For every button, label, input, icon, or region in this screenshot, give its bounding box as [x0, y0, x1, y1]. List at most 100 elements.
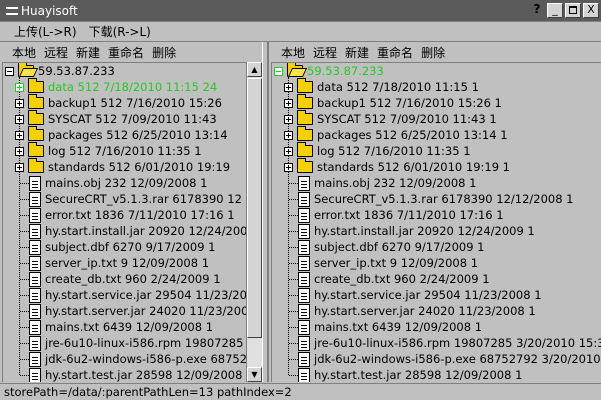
- expand-icon[interactable]: [284, 162, 293, 172]
- tree-file-row[interactable]: hy.start.service.jar 29504 11/23/2008 1: [294, 287, 542, 303]
- right-new-button[interactable]: 新建: [345, 44, 369, 61]
- folder-icon: [297, 94, 313, 109]
- tree-file-row[interactable]: subject.dbf 6270 9/17/2009 1: [294, 239, 485, 255]
- scroll-down-button[interactable]: ▼: [247, 367, 262, 382]
- file-icon: [29, 303, 41, 319]
- left-toolbar: 本地 远程 新建 重命名 删除: [0, 42, 262, 62]
- expand-icon[interactable]: [15, 82, 24, 92]
- right-remote-button[interactable]: 远程: [313, 44, 337, 61]
- file-label: jdk-6u2-windows-i586-p.exe 68752792 3/20…: [314, 352, 601, 366]
- expand-icon[interactable]: [15, 162, 24, 172]
- tree-file-row[interactable]: hy.start.install.jar 20920 12/24/2009 1: [294, 223, 535, 239]
- tree-file-row[interactable]: server_ip.txt 9 12/09/2008 1: [294, 255, 478, 271]
- help-button[interactable]: ?: [529, 3, 545, 18]
- tree-folder-row[interactable]: standards 512 6/01/2010 19:19 1: [284, 158, 510, 175]
- right-delete-button[interactable]: 删除: [421, 44, 445, 61]
- expand-icon[interactable]: [284, 146, 293, 156]
- tree-file-row[interactable]: hy.start.server.jar 24020 11/23/2008 1: [294, 303, 536, 319]
- tree-file-row[interactable]: create_db.txt 960 2/24/2009 1: [294, 271, 490, 287]
- expand-icon[interactable]: [284, 98, 293, 108]
- expand-icon[interactable]: [15, 98, 24, 108]
- right-rename-button[interactable]: 重命名: [377, 44, 413, 61]
- local-panel: 本地 远程 新建 重命名 删除 59.53.87.233 data 512 7/1…: [0, 42, 262, 382]
- maximize-icon: [569, 6, 577, 14]
- folder-icon: [297, 142, 313, 157]
- file-icon: [29, 335, 41, 351]
- left-remote-button[interactable]: 远程: [44, 44, 68, 61]
- tree-folder-row[interactable]: backup1 512 7/16/2010 15:26 1: [284, 94, 502, 111]
- expand-icon[interactable]: [284, 130, 293, 140]
- expand-icon[interactable]: [15, 146, 24, 156]
- tree-file-row[interactable]: subject.dbf 6270 9/17/2009 1: [25, 239, 216, 255]
- tree-folder-row[interactable]: log 512 7/16/2010 11:35 1: [15, 142, 202, 159]
- folder-icon: [297, 126, 313, 141]
- tree-file-row[interactable]: mains.txt 6439 12/09/2008 1: [294, 319, 482, 335]
- folder-label: backup1 512 7/16/2010 15:26 1: [317, 96, 502, 110]
- tree-root[interactable]: 59.53.87.233: [5, 63, 115, 79]
- tree-root[interactable]: 59.53.87.233: [274, 63, 384, 79]
- tree-file-row[interactable]: hy.start.install.jar 20920 12/24/200: [25, 223, 246, 239]
- menu-download[interactable]: 下载(R->L): [89, 23, 151, 40]
- file-label: hy.start.install.jar 20920 12/24/200: [45, 224, 246, 238]
- tree-branch: [289, 295, 298, 296]
- tree-file-row[interactable]: hy.start.test.jar 28598 12/09/2008 1: [294, 367, 522, 382]
- close-button[interactable]: X: [583, 3, 599, 18]
- tree-file-row[interactable]: hy.start.server.jar 24020 11/23/200: [25, 303, 246, 319]
- left-file-tree[interactable]: 59.53.87.233 data 512 7/18/2010 11:15 24 b…: [2, 62, 246, 382]
- tree-folder-row[interactable]: data 512 7/18/2010 11:15 1: [284, 78, 479, 95]
- maximize-button[interactable]: [565, 3, 581, 18]
- arrow-up-icon: ▲: [251, 65, 258, 74]
- tree-file-row[interactable]: mains.obj 232 12/09/2008 1: [25, 175, 207, 191]
- scroll-thumb[interactable]: [247, 78, 262, 338]
- tree-file-row[interactable]: jre-6u10-linux-i586.rpm 19807285: [25, 335, 243, 351]
- file-icon: [29, 239, 41, 255]
- tree-file-row[interactable]: create_db.txt 960 2/24/2009 1: [25, 271, 221, 287]
- minimize-button[interactable]: _: [547, 3, 563, 18]
- expand-icon[interactable]: [15, 114, 24, 124]
- folder-icon: [297, 110, 313, 125]
- tree-file-row[interactable]: jdk-6u2-windows-i586-p.exe 68752: [25, 351, 246, 367]
- folder-label: standards 512 6/01/2010 19:19 1: [317, 160, 510, 174]
- left-delete-button[interactable]: 删除: [152, 44, 176, 61]
- tree-file-row[interactable]: error.txt 1836 7/11/2010 17:16 1: [294, 207, 504, 223]
- tree-folder-row[interactable]: backup1 512 7/16/2010 15:26: [15, 94, 222, 111]
- menu-upload[interactable]: 上传(L->R): [14, 23, 77, 40]
- file-icon: [29, 207, 41, 223]
- file-label: server_ip.txt 9 12/09/2008 1: [314, 256, 479, 270]
- expand-icon[interactable]: [15, 130, 24, 140]
- expand-icon[interactable]: [284, 114, 293, 124]
- right-local-button[interactable]: 本地: [281, 44, 305, 61]
- tree-file-row[interactable]: jdk-6u2-windows-i586-p.exe 68752792 3/20…: [294, 351, 601, 367]
- tree-file-row[interactable]: server_ip.txt 9 12/09/2008 1: [25, 255, 209, 271]
- folder-open-icon: [287, 63, 303, 77]
- folder-icon: [28, 78, 44, 93]
- file-label: hy.start.test.jar 28598 12/09/2008 1: [314, 368, 523, 382]
- collapse-icon[interactable]: [274, 66, 283, 76]
- tree-file-row[interactable]: hy.start.test.jar 28598 12/09/2008: [25, 367, 242, 382]
- expand-icon[interactable]: [284, 82, 293, 92]
- scroll-up-button[interactable]: ▲: [247, 62, 262, 77]
- collapse-icon[interactable]: [5, 66, 14, 76]
- tree-folder-row[interactable]: SYSCAT 512 7/09/2010 11:43: [15, 110, 217, 127]
- folder-label: SYSCAT 512 7/09/2010 11:43 1: [317, 112, 497, 126]
- file-icon: [29, 191, 41, 207]
- left-rename-button[interactable]: 重命名: [108, 44, 144, 61]
- tree-file-row[interactable]: SecureCRT_v5.1.3.rar 6178390 12: [25, 191, 242, 207]
- file-label: server_ip.txt 9 12/09/2008 1: [45, 256, 210, 270]
- tree-folder-row[interactable]: standards 512 6/01/2010 19:19: [15, 158, 230, 175]
- tree-file-row[interactable]: mains.txt 6439 12/09/2008 1: [25, 319, 213, 335]
- tree-file-row[interactable]: jre-6u10-linux-i586.rpm 19807285 3/20/20…: [294, 335, 601, 351]
- tree-file-row[interactable]: error.txt 1836 7/11/2010 17:16 1: [25, 207, 235, 223]
- right-file-tree[interactable]: 59.53.87.233 data 512 7/18/2010 11:15 1 ba…: [271, 62, 601, 382]
- left-scrollbar[interactable]: ▲ ▼: [246, 62, 262, 382]
- tree-folder-row[interactable]: data 512 7/18/2010 11:15 24: [15, 78, 217, 95]
- tree-file-row[interactable]: mains.obj 232 12/09/2008 1: [294, 175, 476, 191]
- tree-folder-row[interactable]: packages 512 6/25/2010 13:14 1: [284, 126, 508, 143]
- tree-folder-row[interactable]: SYSCAT 512 7/09/2010 11:43 1: [284, 110, 497, 127]
- left-local-button[interactable]: 本地: [12, 44, 36, 61]
- tree-file-row[interactable]: SecureCRT_v5.1.3.rar 6178390 12/12/2008 …: [294, 191, 574, 207]
- tree-file-row[interactable]: hy.start.service.jar 29504 11/23/20: [25, 287, 246, 303]
- tree-folder-row[interactable]: log 512 7/16/2010 11:35 1: [284, 142, 471, 159]
- tree-folder-row[interactable]: packages 512 6/25/2010 13:14: [15, 126, 228, 143]
- left-new-button[interactable]: 新建: [76, 44, 100, 61]
